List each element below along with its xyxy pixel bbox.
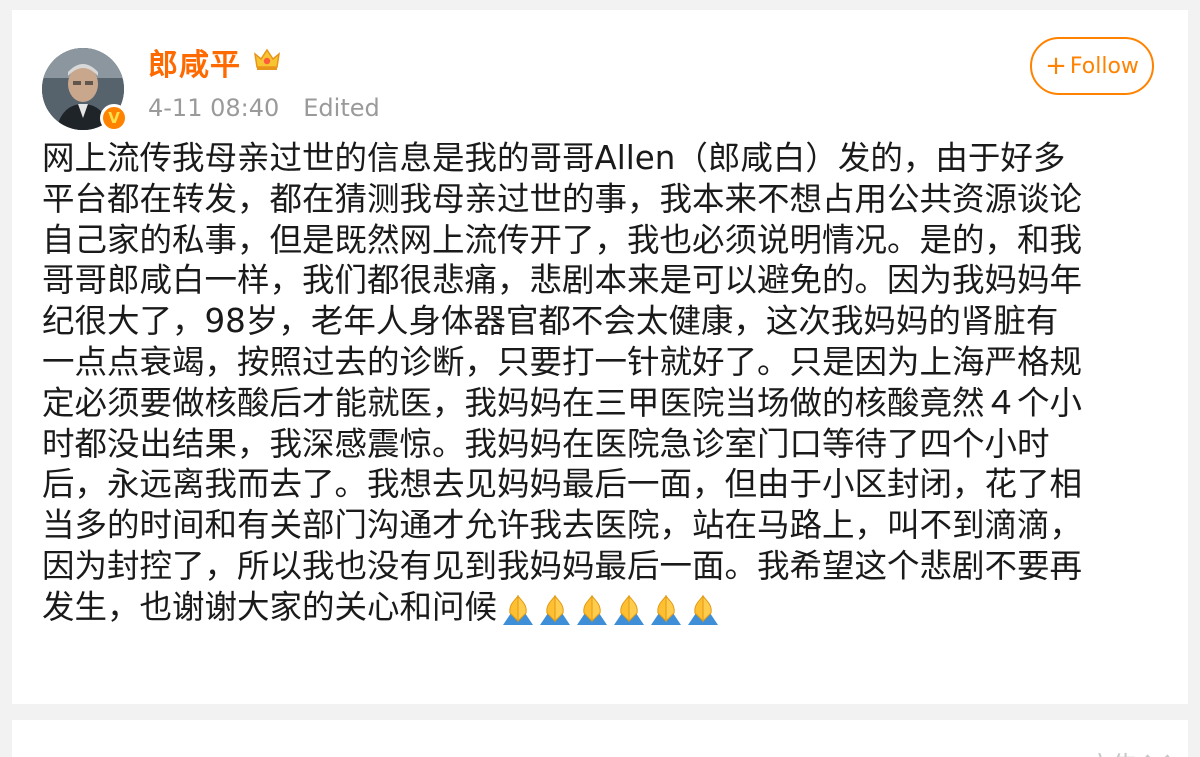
post-meta: 4-11 08:40 Edited: [148, 94, 380, 122]
author-name[interactable]: 郎咸平: [148, 40, 241, 84]
ad-label[interactable]: 广告: [1086, 746, 1138, 757]
folded-hands-icon: [688, 595, 719, 626]
follow-label: Follow: [1069, 53, 1139, 79]
post-card: V 郎咸平 4-11 08:40 Edited + Follow 网上流传我母亲过…: [12, 10, 1188, 704]
folded-hands-icon: [577, 595, 608, 626]
post-text-line: 因为封控了，所以我也没有见到我妈妈最后一面。我希望这个悲剧不要再: [42, 546, 1083, 585]
post-text-line: 当多的时间和有关部门沟通才允许我去医院，站在马路上，叫不到滴滴，: [42, 506, 1083, 545]
follow-button[interactable]: + Follow: [1030, 37, 1154, 95]
post-text-line: 平台都在转发，都在猜测我母亲过世的事，我本来不想占用公共资源谈论: [42, 179, 1083, 218]
chevron-down-icon[interactable]: [1145, 744, 1170, 757]
post-text-line: 网上流传我母亲过世的信息是我的哥哥Allen（郎咸白）发的，由于好多: [42, 139, 1066, 177]
author-avatar[interactable]: V: [42, 48, 128, 132]
folded-hands-icon: [540, 595, 571, 626]
post-body: 网上流传我母亲过世的信息是我的哥哥Allen（郎咸白）发的，由于好多 平台都在转…: [42, 138, 1172, 629]
post-text-line: 后，永远离我而去了。我想去见妈妈最后一面，但由于小区封闭，花了相: [42, 465, 1083, 504]
verified-v-icon: V: [100, 104, 128, 132]
folded-hands-icon: [503, 595, 534, 626]
folded-hands-icon: [651, 595, 682, 626]
post-timestamp: 4-11 08:40: [148, 94, 280, 122]
post-text-line: 一点点衰竭，按照过去的诊断，只要打一针就好了。只是因为上海严格规: [42, 342, 1083, 381]
post-text-line: 时都没出结果，我深感震惊。我妈妈在医院急诊室门口等待了四个小时: [42, 424, 1050, 463]
post-text-line: 纪很大了，98岁，老年人身体器官都不会太健康，这次我妈妈的肾脏有: [42, 302, 1059, 341]
post-text-line: 自己家的私事，但是既然网上流传开了，我也必须说明情况。是的，和我: [42, 220, 1083, 259]
emoji-row: [501, 588, 723, 629]
ad-card: 广告: [12, 720, 1188, 757]
folded-hands-icon: [614, 595, 645, 626]
weibo-feed: V 郎咸平 4-11 08:40 Edited + Follow 网上流传我母亲过…: [0, 0, 1200, 757]
edited-label[interactable]: Edited: [303, 94, 379, 122]
post-text-line: 定必须要做核酸后才能就医，我妈妈在三甲医院当场做的核酸竟然４个小: [42, 383, 1083, 422]
post-text-line: 哥哥郎咸白一样，我们都很悲痛，悲剧本来是可以避免的。因为我妈妈年: [42, 261, 1083, 300]
vip-crown-icon[interactable]: [252, 46, 282, 72]
plus-icon: +: [1045, 51, 1067, 81]
post-text-last-line: 发生，也谢谢大家的关心和问候: [42, 587, 1172, 629]
post-text-line: 发生，也谢谢大家的关心和问候: [42, 587, 498, 626]
